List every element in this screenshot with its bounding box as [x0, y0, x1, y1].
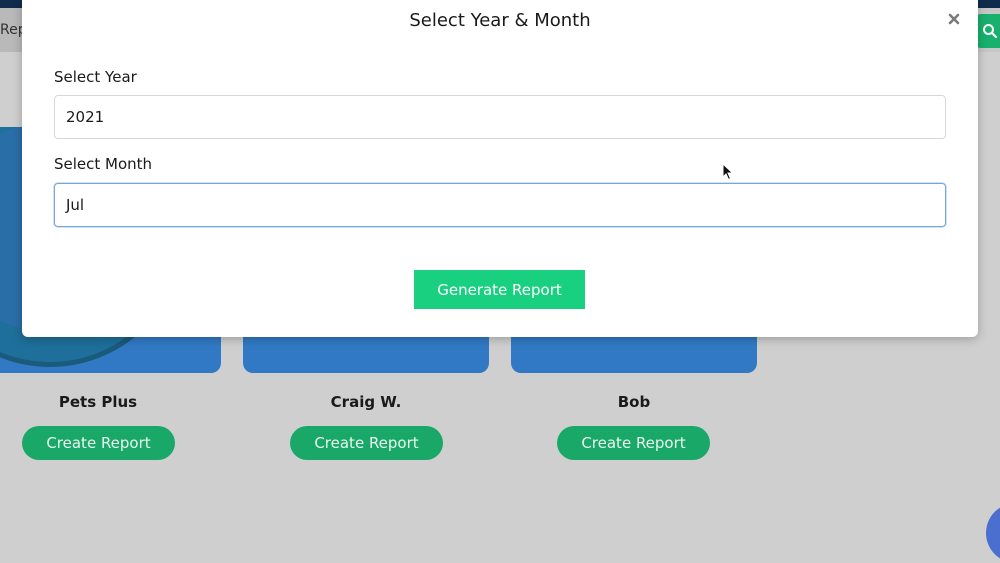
month-select[interactable]: Jul: [54, 183, 946, 227]
modal-title: Select Year & Month: [409, 10, 591, 31]
mouse-cursor-icon: [722, 163, 734, 181]
search-icon: [983, 24, 998, 39]
close-button[interactable]: [946, 11, 962, 27]
search-button[interactable]: [975, 14, 1000, 48]
client-name: Craig W.: [330, 393, 402, 411]
year-value: 2021: [66, 108, 105, 126]
generate-report-button[interactable]: Generate Report: [414, 270, 585, 309]
close-icon: [948, 13, 960, 25]
client-name: Pets Plus: [58, 393, 138, 411]
chat-fab-button[interactable]: [986, 503, 1000, 563]
year-label: Select Year: [54, 68, 137, 86]
create-report-button[interactable]: Create Report: [290, 426, 443, 460]
month-label: Select Month: [54, 155, 153, 173]
create-report-button[interactable]: Create Report: [557, 426, 710, 460]
month-value: Jul: [66, 196, 85, 214]
create-report-button[interactable]: Create Report: [22, 426, 175, 460]
year-select[interactable]: 2021: [54, 95, 946, 139]
select-year-month-modal: Select Year & Month Select Year 2021 Sel…: [22, 0, 978, 337]
client-name: Bob: [617, 393, 651, 411]
